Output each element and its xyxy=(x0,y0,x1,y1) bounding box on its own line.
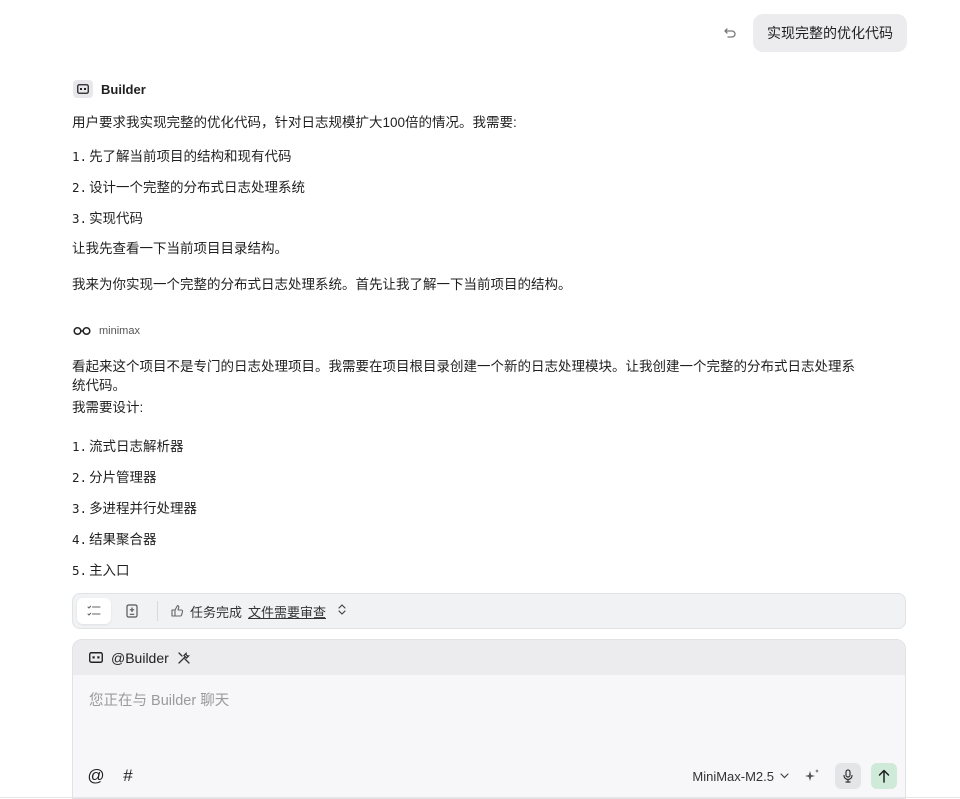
minimax-name: minimax xyxy=(99,325,140,337)
microphone-button[interactable] xyxy=(835,763,861,789)
model-name: MiniMax-M2.5 xyxy=(692,768,774,784)
mention-button[interactable]: @ xyxy=(87,766,105,786)
builder-name: Builder xyxy=(101,81,146,97)
task-status: 任务完成 文件需要审查 xyxy=(170,602,346,621)
task-bar-divider xyxy=(157,601,158,621)
builder-step-1: 1. 先了解当前项目的结构和现有代码 xyxy=(72,149,292,164)
minimax-para-line-1: 看起来这个项目不是专门的日志处理项目。我需要在项目根目录创建一个新的日志处理模块… xyxy=(72,359,855,374)
chat-input[interactable] xyxy=(87,687,891,761)
composer-footer: @ # MiniMax-M2.5 xyxy=(87,762,897,790)
task-status-text: 任务完成 xyxy=(190,604,243,620)
chevron-down-icon xyxy=(780,773,789,779)
minimax-header: minimax xyxy=(73,325,140,337)
glasses-icon xyxy=(73,326,91,336)
minimax-step-4: 4. 结果聚合器 xyxy=(72,532,157,547)
task-complete-icon xyxy=(170,604,184,618)
undo-icon[interactable] xyxy=(719,22,741,44)
minimax-para-line-3: 我需要设计: xyxy=(72,400,144,415)
builder-intro-text: 用户要求我实现完整的优化代码，针对日志规模扩大100倍的情况。我需要: xyxy=(72,115,517,130)
composer-body: @ # MiniMax-M2.5 xyxy=(73,675,905,798)
model-selector[interactable]: MiniMax-M2.5 xyxy=(692,769,789,784)
minimax-step-5: 5. 主入口 xyxy=(72,563,130,578)
composer-agent-label[interactable]: @Builder xyxy=(111,650,169,666)
file-diff-view-button[interactable] xyxy=(115,598,149,624)
builder-header: Builder xyxy=(73,80,146,98)
builder-para-1: 让我先查看一下当前项目目录结构。 xyxy=(72,241,288,256)
chat-composer: @Builder @ # MiniMax-M2.5 xyxy=(72,639,906,799)
builder-robot-icon xyxy=(89,652,103,663)
user-message-row: 实现完整的优化代码 xyxy=(719,14,907,52)
user-message-bubble: 实现完整的优化代码 xyxy=(753,14,907,52)
checklist-view-button[interactable] xyxy=(77,598,111,624)
review-files-link[interactable]: 文件需要审查 xyxy=(248,602,326,621)
minimax-step-3: 3. 多进程并行处理器 xyxy=(72,501,198,516)
hash-context-button[interactable]: # xyxy=(119,766,137,786)
minimax-para-line-2: 统代码。 xyxy=(72,378,126,393)
composer-agent-header: @Builder xyxy=(73,640,905,675)
tools-icon[interactable] xyxy=(177,651,191,665)
expand-chevron-icon[interactable] xyxy=(338,604,346,618)
sparkle-enhance-button[interactable] xyxy=(799,763,825,789)
task-status-bar: 任务完成 文件需要审查 xyxy=(72,593,906,629)
minimax-step-2: 2. 分片管理器 xyxy=(72,470,157,485)
builder-robot-icon xyxy=(73,80,93,98)
builder-step-3: 3. 实现代码 xyxy=(72,211,144,226)
send-button[interactable] xyxy=(871,763,897,789)
builder-para-2: 我来为你实现一个完整的分布式日志处理系统。首先让我了解一下当前项目的结构。 xyxy=(72,277,572,292)
minimax-step-1: 1. 流式日志解析器 xyxy=(72,439,184,454)
builder-step-2: 2. 设计一个完整的分布式日志处理系统 xyxy=(72,180,306,195)
